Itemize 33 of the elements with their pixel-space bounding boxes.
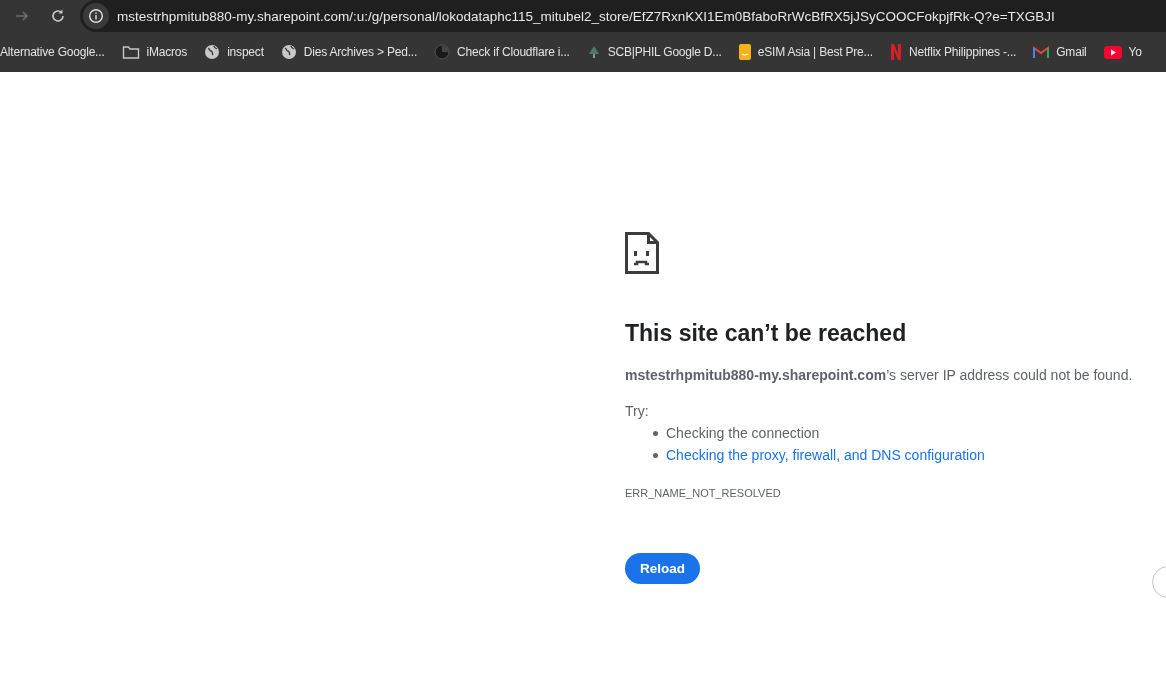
globe-icon	[280, 44, 297, 60]
try-label: Try:	[625, 403, 650, 419]
bookmark[interactable]: iMacros	[121, 44, 188, 60]
bookmark[interactable]: inspect	[204, 44, 264, 60]
bookmark[interactable]: Gmail	[1033, 45, 1087, 59]
circle-icon	[434, 44, 451, 60]
bullet-icon	[653, 452, 658, 458]
error-message: mstestrhpmitub880-my.sharepoint.com’s server IP address could not be found.	[625, 367, 1134, 383]
netflix-icon	[890, 44, 902, 60]
globe-icon	[204, 44, 221, 60]
error-title: This site can’t be reached	[625, 320, 908, 347]
url-text: mstestrhpmitub880-my.sharepoint.com/:u:/g/personal/lokodataphc115_mitubel2_store/EfZ7RxnKXI1Em0BfaboRrWcBfRX5jJSyCOOCFokpjfRk-Q?e=TXGBJI	[117, 8, 1055, 24]
suggestion-link[interactable]: Checking the proxy, firewall, and DNS configuration	[666, 447, 985, 463]
info-icon[interactable]	[88, 8, 104, 24]
tree-icon	[586, 45, 601, 59]
bookmark[interactable]: Netflix Philippines -...	[890, 44, 1017, 60]
bookmark[interactable]: Check if Cloudflare i...	[434, 44, 570, 60]
reload-icon[interactable]	[50, 8, 66, 24]
play-icon	[1103, 45, 1122, 59]
bookmark[interactable]: SCB|PHIL Google D...	[586, 45, 722, 59]
sad-page-icon	[625, 232, 659, 274]
reload-button[interactable]: Reload	[625, 553, 700, 584]
mail-icon	[1033, 46, 1050, 58]
bookmark[interactable]: Dies Archives > Ped...	[280, 44, 418, 60]
folder-icon	[121, 44, 140, 60]
bookmark[interactable]: Alternative Google...	[0, 45, 105, 59]
address-bar[interactable]: mstestrhpmitub880-my.sharepoint.com/:u:/g/personal/lokodataphc115_mitubel2_store/EfZ7RxnKXI1Em0BfaboRrWcBfRX5jJSyCOOCFokpjfRk-Q?e=TXGBJI	[80, 0, 1166, 32]
bookmark[interactable]: Yo	[1103, 45, 1142, 59]
bookmark[interactable]: eSIM Asia | Best Pre...	[738, 44, 873, 60]
sim-card-icon	[738, 44, 751, 60]
bullet-icon	[653, 430, 658, 436]
suggestion-text: Checking the connection	[666, 425, 820, 441]
error-code: ERR_NAME_NOT_RESOLVED	[625, 487, 782, 499]
